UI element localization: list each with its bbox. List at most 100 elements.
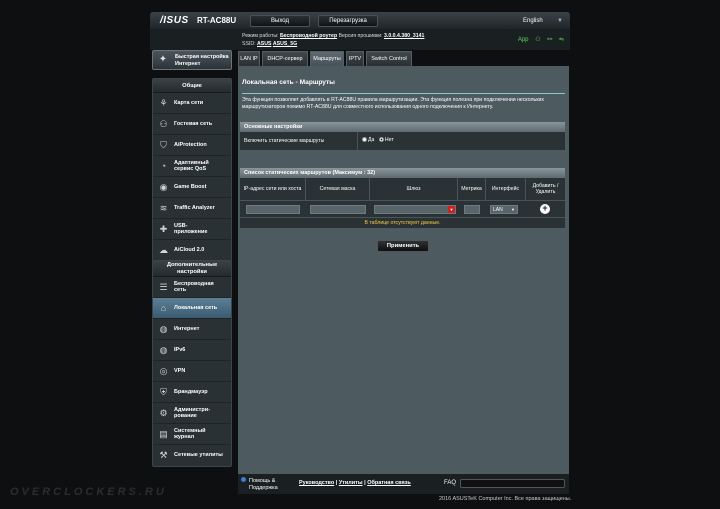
shield-icon: ⛨ (160, 387, 167, 397)
sidebar-item-label: Гостевая сеть (174, 121, 213, 127)
puzzle-icon: ✚ (159, 224, 168, 234)
col-metric: Метрика (458, 178, 486, 200)
sidebar-item-label: VPN (174, 368, 186, 374)
sidebar-item-traffic-analyzer[interactable]: ≋ Traffic Analyzer (153, 198, 231, 219)
sidebar-item-firewall[interactable]: ⛨ Брандмауэр (153, 382, 231, 403)
help-label: Помощь & (249, 478, 276, 484)
sidebar-item-label: Интернет (174, 326, 200, 332)
cloud-icon: ☁ (159, 245, 168, 255)
sidebar-item-qos[interactable]: ◔ Адаптивный сервис QoS (153, 156, 231, 177)
quick-setup-label: Быстрая настройка Интернет (175, 54, 229, 67)
top-bar: /ISUS RT-AC88U Выход Перезагрузка Englis… (150, 12, 570, 29)
route-input-row: ▼ LAN ▼ + (240, 200, 565, 217)
support-label: Поддержка (249, 484, 278, 491)
sidebar-item-wireless[interactable]: ☰ Беспроводная сеть (153, 277, 231, 298)
sidebar-item-label: Адаптивный сервис QoS (174, 160, 209, 172)
empty-table-message: В таблице отсутствуют данные. (240, 217, 565, 228)
app-label[interactable]: App (518, 37, 529, 43)
apply-button[interactable]: Применить (377, 240, 429, 252)
footer-links: Руководство | Утилиты | Обратная связь (299, 480, 411, 486)
static-routes-radio-group: Да Нет (362, 137, 394, 143)
col-add-remove: Добавить / Удалить (532, 183, 559, 195)
logout-button[interactable]: Выход (250, 15, 310, 27)
sidebar-item-usb-app[interactable]: ✚ USB-приложение (153, 219, 231, 240)
ip-input[interactable] (246, 205, 300, 214)
status-icons: App ⚇ ⚯ ⇋ (513, 36, 564, 43)
sidebar-item-network-tools[interactable]: ⚒ Сетевые утилиты (153, 445, 231, 466)
tab-switch-control[interactable]: Switch Control (366, 51, 412, 66)
add-route-button[interactable]: + (540, 204, 550, 214)
globe-icon: ◍ (159, 324, 168, 334)
utilities-link[interactable]: Утилиты (339, 480, 363, 486)
mask-input[interactable] (310, 205, 366, 214)
sidebar-item-system-log[interactable]: ▤ Системный журнал (153, 424, 231, 445)
title-divider (242, 93, 565, 94)
tab-lan-ip[interactable]: LAN IP (238, 51, 260, 66)
reboot-button[interactable]: Перезагрузка (318, 15, 378, 27)
radio-yes[interactable] (362, 137, 367, 143)
route-table-header: IP-адрес сети или хоста Сетевая маска Шл… (240, 178, 565, 200)
vpn-icon: ◎ (159, 366, 168, 376)
language-select[interactable]: English ▼ (505, 15, 569, 27)
chevron-down-icon: ▼ (557, 18, 563, 24)
model-name: RT-AC88U (197, 16, 237, 25)
language-value: English (523, 18, 543, 24)
admin-icon: ⚙ (159, 408, 168, 418)
sidebar-item-ipv6[interactable]: ◍ IPv6 (153, 340, 231, 361)
radio-no-label: Нет (384, 137, 394, 143)
sidebar-item-label: Карта сети (174, 100, 204, 106)
sidebar-item-guest-network[interactable]: ⚇ Гостевая сеть (153, 114, 231, 135)
faq-search-input[interactable] (460, 479, 565, 488)
sidebar-item-vpn[interactable]: ◎ VPN (153, 361, 231, 382)
mode-label: Режим работы: (242, 33, 279, 39)
interface-select[interactable]: LAN ▼ (490, 205, 518, 214)
sidebar-item-label: Администри-рование (174, 407, 210, 419)
static-routes-label: Включить статические маршруты (240, 132, 358, 150)
sidebar-item-administration[interactable]: ⚙ Администри-рование (153, 403, 231, 424)
feedback-link[interactable]: Обратная связь (367, 480, 411, 486)
main-panel: Локальная сеть - Маршруты Эта функция по… (238, 66, 569, 474)
col-interface: Интерфейс (486, 178, 526, 200)
usb-icon[interactable]: ⇋ (559, 37, 564, 43)
network-icon[interactable]: ⚯ (547, 37, 552, 43)
sidebar-item-label: Брандмауэр (174, 389, 208, 395)
wifi-icon: ☰ (159, 282, 168, 292)
tools-icon: ⚒ (159, 450, 168, 460)
tab-routes[interactable]: Маршруты (310, 51, 344, 66)
radio-no[interactable] (378, 137, 384, 143)
advanced-header: Дополнительные настройки (153, 261, 231, 277)
user-icon[interactable]: ⚇ (535, 37, 540, 43)
basic-settings-header: Основные настройки (240, 122, 565, 132)
quick-setup-button[interactable]: ✦ Быстрая настройка Интернет (152, 50, 232, 70)
wand-icon: ✦ (158, 54, 168, 65)
sidebar-item-internet[interactable]: ◍ Интернет (153, 319, 231, 340)
sidebar-item-aicloud[interactable]: ☁ AiCloud 2.0 (153, 240, 231, 261)
tab-iptv[interactable]: IPTV (346, 51, 364, 66)
sidebar-item-aiprotection[interactable]: ⛉ AiProtection (153, 135, 231, 156)
manual-link[interactable]: Руководство (299, 480, 334, 486)
advanced-group: Дополнительные настройки ☰ Беспроводная … (152, 260, 232, 467)
firmware-value[interactable]: 3.0.0.4.380_3141 (384, 33, 424, 39)
copyright: 2016 ASUSTeK Computer Inc. Все права защ… (439, 496, 572, 502)
route-list-header: Список статических маршрутов (Максимум :… (240, 168, 565, 178)
sidebar-item-lan[interactable]: ⌂ Локальная сеть (153, 298, 231, 319)
watermark: OVERCLOCKERS.RU (10, 486, 167, 498)
faq-label: FAQ (444, 480, 457, 486)
sidebar-item-game-boost[interactable]: ◉ Game Boost (153, 177, 231, 198)
router-admin-window: /ISUS RT-AC88U Выход Перезагрузка Englis… (150, 12, 570, 494)
sidebar-item-label: Беспроводная сеть (174, 281, 214, 293)
chart-icon: ≋ (159, 203, 168, 213)
gauge-icon: ◔ (160, 161, 167, 171)
gateway-dropdown-icon[interactable]: ▼ (448, 206, 455, 213)
chevron-down-icon: ▼ (511, 207, 515, 212)
help-support-link[interactable]: Помощь & Поддержка (241, 477, 278, 491)
ssid-value-2: ASUS_5G (272, 41, 298, 47)
sidebar-item-network-map[interactable]: ⚘ Карта сети (153, 93, 231, 114)
gateway-input[interactable]: ▼ (374, 205, 456, 214)
sidebar-item-label: Системный журнал (174, 428, 206, 440)
general-group: Общие ⚘ Карта сети ⚇ Гостевая сеть ⛉ AiP… (152, 78, 232, 262)
tab-dhcp-server[interactable]: DHCP-сервер (262, 51, 308, 66)
asus-logo[interactable]: /ISUS (160, 15, 189, 26)
metric-input[interactable] (464, 205, 480, 214)
mode-value[interactable]: Беспроводной роутер (280, 33, 337, 39)
